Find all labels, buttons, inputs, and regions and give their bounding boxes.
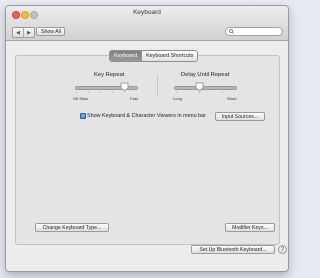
tick-mark	[176, 92, 177, 93]
key-repeat-slider-thumb[interactable]	[120, 82, 129, 92]
content-panel	[15, 55, 280, 245]
search-icon	[229, 29, 234, 34]
key-repeat-max-label: Fast	[130, 96, 138, 101]
chevron-right-icon: ▶	[27, 29, 31, 36]
show-viewers-label[interactable]: Show Keyboard & Character Viewers in men…	[87, 113, 206, 119]
titlebar: Keyboard ◀ ▶ Show All	[6, 6, 288, 41]
delay-min-label: Long	[173, 96, 182, 101]
tab-keyboard-shortcuts[interactable]: Keyboard Shortcuts	[141, 51, 198, 61]
window-title: Keyboard	[133, 9, 161, 16]
search-field[interactable]	[225, 27, 283, 36]
modifier-keys-button[interactable]: Modifier Keys...	[225, 223, 275, 232]
input-sources-button[interactable]: Input Sources...	[215, 112, 265, 121]
show-viewers-checkbox[interactable]: ✓	[80, 113, 86, 120]
back-button[interactable]: ◀	[13, 28, 23, 37]
set-up-bluetooth-keyboard-button[interactable]: Set Up Bluetooth Keyboard...	[191, 245, 275, 254]
tab-keyboard[interactable]: Keyboard	[110, 51, 142, 61]
delay-max-label: Short	[227, 96, 237, 101]
delay-until-repeat-heading: Delay Until Repeat	[181, 72, 230, 78]
tick-mark	[124, 92, 125, 93]
show-all-button[interactable]: Show All	[36, 27, 65, 36]
help-button[interactable]: ?	[278, 245, 287, 254]
section-divider	[157, 75, 158, 96]
tick-mark	[88, 92, 89, 93]
checkmark-icon: ✓	[81, 114, 86, 120]
tick-mark	[222, 92, 223, 93]
keyboard-preferences-window: Keyboard ◀ ▶ Show All Keyboard Keyboard …	[5, 5, 289, 272]
chevron-left-icon: ◀	[16, 29, 20, 36]
tick-mark	[112, 92, 113, 93]
forward-button[interactable]: ▶	[23, 28, 34, 37]
tick-mark	[76, 92, 77, 93]
key-repeat-min-label: Off Slow	[73, 96, 89, 101]
delay-until-repeat-slider-thumb[interactable]	[195, 82, 204, 92]
tab-bar: Keyboard Keyboard Shortcuts	[109, 50, 199, 62]
tick-mark	[199, 92, 200, 93]
key-repeat-heading: Key Repeat	[94, 72, 125, 78]
navigation-buttons: ◀ ▶	[12, 27, 35, 38]
change-keyboard-type-button[interactable]: Change Keyboard Type...	[35, 223, 109, 232]
delay-until-repeat-slider[interactable]	[174, 86, 237, 90]
tick-mark	[100, 92, 101, 93]
